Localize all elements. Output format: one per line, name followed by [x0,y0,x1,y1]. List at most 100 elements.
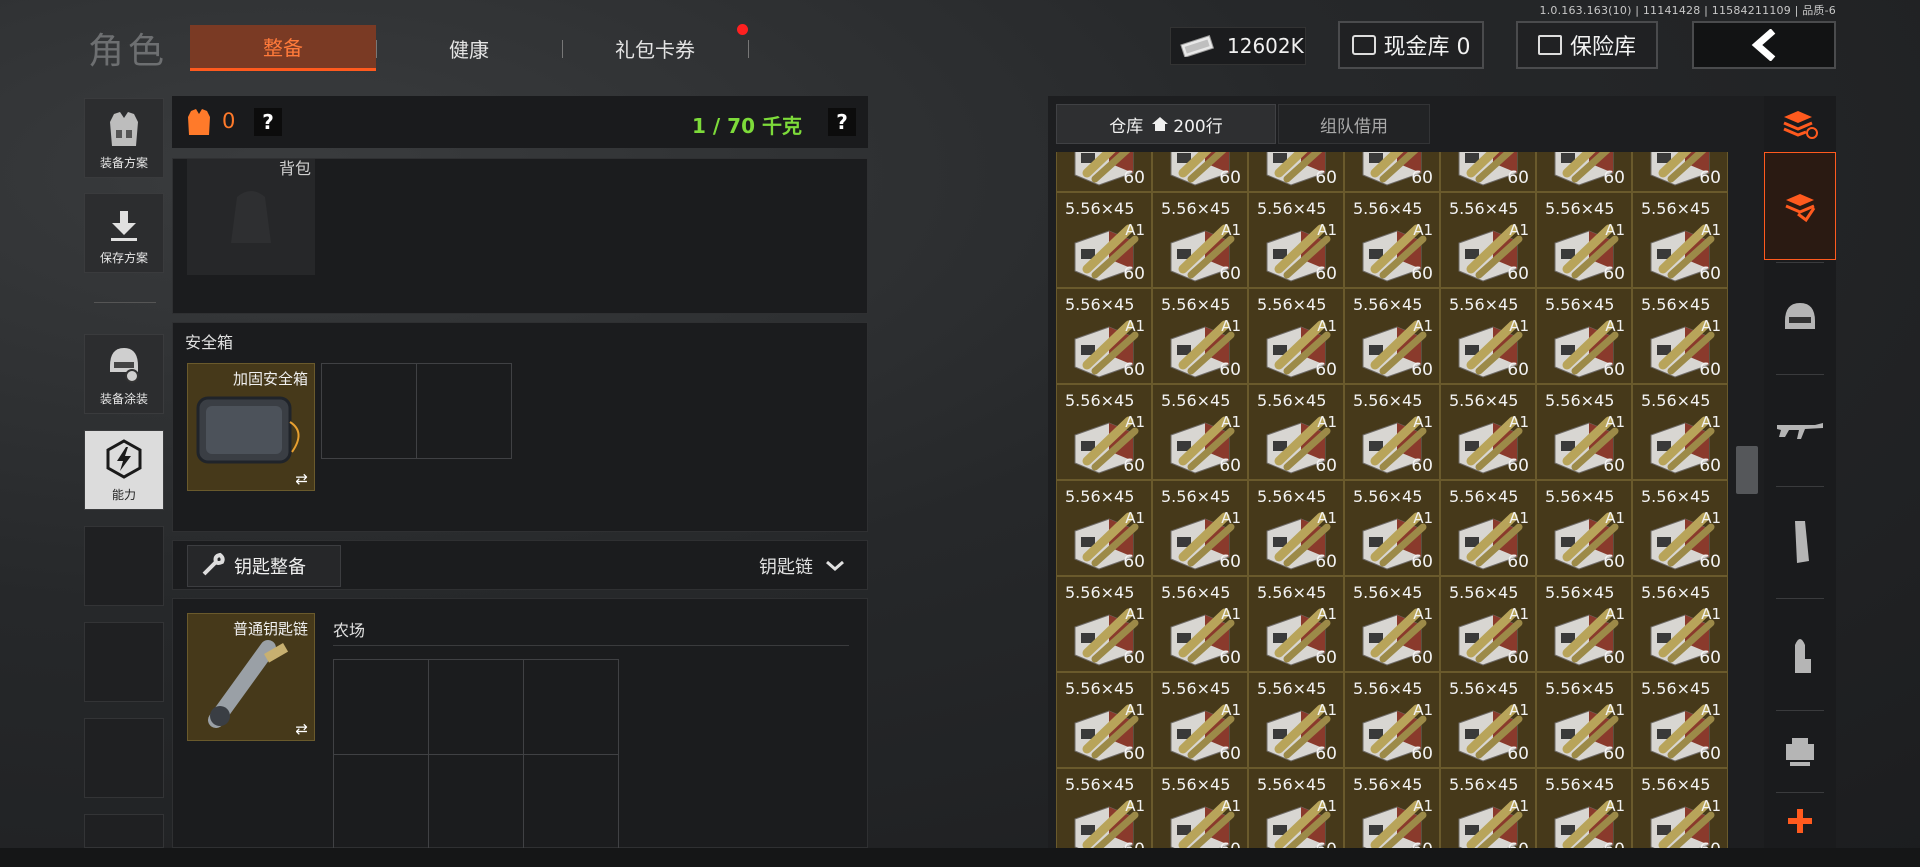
ammo-item-cell[interactable]: 5.56×45A160 [1248,192,1344,288]
keychain-item[interactable]: 普通钥匙链 ⇄ [187,613,315,741]
key-slot[interactable] [333,754,429,849]
ammo-item-cell[interactable]: 5.56×45A160 [1632,768,1728,848]
ammo-count: 60 [1315,744,1337,764]
ammo-item-cell[interactable]: 5.56×45A160 [1056,288,1152,384]
safebox-storage-slot[interactable] [416,363,512,459]
ammo-item-cell[interactable]: 5.56×45A160 [1536,152,1632,192]
ammo-item-cell[interactable]: 5.56×45A160 [1536,768,1632,848]
page-title: 角色 [88,31,169,72]
ammo-item-cell[interactable]: 5.56×45A160 [1344,768,1440,848]
weight-help-button[interactable]: ? [828,108,856,136]
cash-vault-button[interactable]: 现金库 0 [1338,21,1484,69]
ammo-item-cell[interactable]: 5.56×45A160 [1632,576,1728,672]
ammo-item-cell[interactable]: 5.56×45A160 [1536,672,1632,768]
ammo-item-cell[interactable]: 5.56×45A160 [1632,384,1728,480]
ammo-caliber: 5.56×45 [1545,487,1615,506]
ammo-item-cell[interactable]: 5.56×45A160 [1248,672,1344,768]
ammo-item-cell[interactable]: 5.56×45A160 [1440,192,1536,288]
tab-storage[interactable]: 仓库 200行 [1056,104,1276,144]
ammo-item-cell[interactable]: 5.56×45A160 [1344,576,1440,672]
ammo-item-cell[interactable]: 5.56×45A160 [1056,384,1152,480]
tab-equipment[interactable]: 整备 [190,25,376,71]
key-slot[interactable] [333,659,429,755]
tab-health[interactable]: 健康 [386,25,552,71]
ammo-item-cell[interactable]: 5.56×45A160 [1056,768,1152,848]
category-magazines[interactable] [1764,488,1836,596]
category-helmets[interactable] [1764,264,1836,372]
ammo-item-cell[interactable]: 5.56×45A160 [1344,288,1440,384]
ammo-item-cell[interactable]: 5.56×45A160 [1440,768,1536,848]
ammo-item-cell[interactable]: 5.56×45A160 [1344,480,1440,576]
ammo-item-cell[interactable]: 5.56×45A160 [1632,672,1728,768]
ammo-item-cell[interactable]: 5.56×45A160 [1632,152,1728,192]
ammo-item-cell[interactable]: 5.56×45A160 [1152,768,1248,848]
ammo-item-cell[interactable]: 5.56×45A160 [1056,480,1152,576]
add-category-button[interactable] [1764,794,1836,848]
ammo-item-cell[interactable]: 5.56×45A160 [1344,192,1440,288]
ammo-item-cell[interactable]: 5.56×45A160 [1056,152,1152,192]
key-slot[interactable] [428,754,524,849]
category-attachments[interactable] [1764,712,1836,792]
ammo-item-cell[interactable]: 5.56×45A160 [1152,192,1248,288]
ammo-item-cell[interactable]: 5.56×45A160 [1248,480,1344,576]
ammo-item-cell[interactable]: 5.56×45A160 [1152,384,1248,480]
ammo-item-cell[interactable]: 5.56×45A160 [1440,672,1536,768]
safebox-item[interactable]: 加固安全箱 ⇄ [187,363,315,491]
keychain-dropdown[interactable]: 钥匙链 [759,553,845,579]
armor-help-button[interactable]: ? [254,108,282,136]
ammo-item-cell[interactable]: 5.56×45A160 [1152,576,1248,672]
ammo-item-cell[interactable]: 5.56×45A160 [1056,672,1152,768]
category-weapons[interactable] [1764,376,1836,484]
ammo-item-cell[interactable]: 5.56×45A160 [1056,576,1152,672]
tab-team-borrow[interactable]: 组队借用 [1278,104,1430,144]
ammo-item-cell[interactable]: 5.56×45A160 [1344,672,1440,768]
ammo-item-cell[interactable]: 5.56×45A160 [1344,152,1440,192]
sidebar-save-plan[interactable]: 保存方案 [84,193,164,273]
ammo-item-cell[interactable]: 5.56×45A160 [1152,480,1248,576]
sidebar-abilities[interactable]: 能力 [84,430,164,510]
tab-divider [376,40,377,58]
sidebar-loadout-plans[interactable]: 装备方案 [84,98,164,178]
ammo-item-cell[interactable]: 5.56×45A160 [1440,480,1536,576]
ammo-item-cell[interactable]: 5.56×45A160 [1536,384,1632,480]
ammo-item-cell[interactable]: 5.56×45A160 [1248,152,1344,192]
sidebar-skins[interactable]: 装备涂装 [84,334,164,414]
ammo-item-cell[interactable]: 5.56×45A160 [1152,152,1248,192]
ammo-item-cell[interactable]: 5.56×45A160 [1248,384,1344,480]
category-all[interactable] [1764,152,1836,260]
category-ammo[interactable] [1764,600,1836,708]
ammo-item-cell[interactable]: 5.56×45A160 [1440,384,1536,480]
swap-icon[interactable]: ⇄ [295,720,308,738]
ammo-item-cell[interactable]: 5.56×45A160 [1536,576,1632,672]
safebox-storage-slot[interactable] [321,363,417,459]
ammo-item-cell[interactable]: 5.56×45A160 [1536,192,1632,288]
key-slot[interactable] [523,659,619,755]
ammo-item-cell[interactable]: 5.56×45A160 [1440,152,1536,192]
ammo-item-cell[interactable]: 5.56×45A160 [1632,192,1728,288]
warehouse-scrollbar[interactable] [1736,446,1758,494]
ammo-item-cell[interactable]: 5.56×45A160 [1440,576,1536,672]
swap-icon[interactable]: ⇄ [295,470,308,488]
ammo-item-cell[interactable]: 5.56×45A160 [1056,192,1152,288]
ammo-item-cell[interactable]: 5.56×45A160 [1632,288,1728,384]
tab-gift-coupons[interactable]: 礼包卡券 [572,25,738,71]
ammo-item-cell[interactable]: 5.56×45A160 [1248,768,1344,848]
sort-button[interactable] [1764,96,1836,152]
key-slot[interactable] [428,659,524,755]
ammo-item-cell[interactable]: 5.56×45A160 [1536,480,1632,576]
ammo-item-cell[interactable]: 5.56×45A160 [1632,480,1728,576]
safe-button[interactable]: 保险库 [1516,21,1658,69]
ammo-item-cell[interactable]: 5.56×45A160 [1440,288,1536,384]
ammo-item-cell[interactable]: 5.56×45A160 [1152,672,1248,768]
backpack-slot[interactable]: 背包 [187,159,315,275]
ammo-item-cell[interactable]: 5.56×45A160 [1536,288,1632,384]
ammo-item-cell[interactable]: 5.56×45A160 [1152,288,1248,384]
back-button[interactable] [1692,21,1836,69]
key-loadout-button[interactable]: 钥匙整备 [187,545,341,587]
key-slot[interactable] [523,754,619,849]
safe-icon [1537,35,1562,55]
ammo-variant: A1 [1509,413,1529,431]
ammo-item-cell[interactable]: 5.56×45A160 [1248,288,1344,384]
ammo-item-cell[interactable]: 5.56×45A160 [1344,384,1440,480]
ammo-item-cell[interactable]: 5.56×45A160 [1248,576,1344,672]
